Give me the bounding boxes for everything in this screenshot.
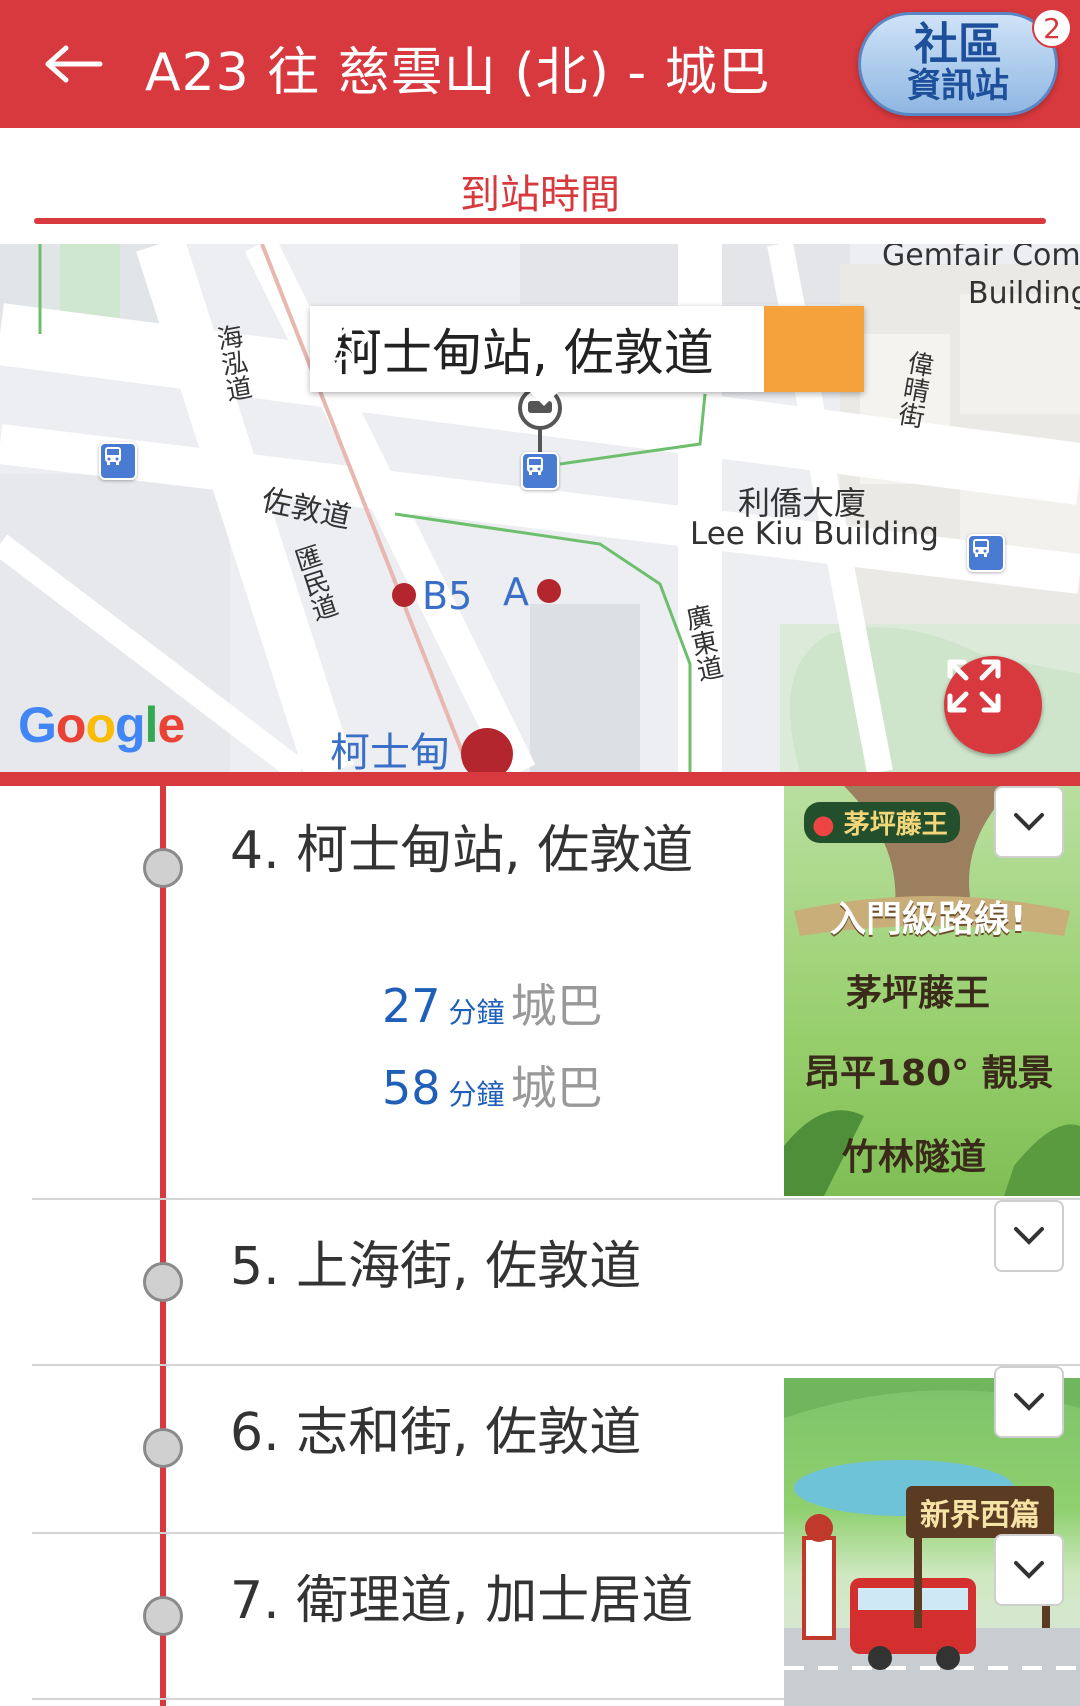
expand-icon [947,659,1001,713]
eta-unit: 分鐘 [448,996,505,1029]
eta-minutes: 58 [382,1061,441,1115]
app-root: A23 往 慈雲山 (北) - 城巴 社區 資訊站 2 到站時間 Gemfair… [0,0,1080,1706]
stop-marker [143,1428,183,1468]
expand-stop-button[interactable] [994,1366,1064,1438]
bus-stop-marker[interactable] [967,534,1005,572]
arrow-left-icon [45,45,103,83]
stop-name: 7. 衛理道, 加士居道 [230,1571,694,1631]
stop-name: 4. 柯士甸站, 佐敦道 [230,821,694,881]
ad-location-text: 茅坪藤王 [843,810,948,840]
eta-minutes: 27 [382,979,441,1033]
bus-icon [527,457,543,475]
map-label-exit-a: A [503,570,529,614]
directions-button[interactable] [320,306,864,392]
stop-marker [143,848,183,888]
stop-name: 5. 上海街, 佐敦道 [230,1237,642,1297]
stop-marker [143,1596,183,1636]
expand-stop-button[interactable] [994,1200,1064,1272]
map-label-austin-station: 柯士甸 [330,730,450,772]
eta-row: 27 分鐘 城巴 [382,970,603,1036]
ad-location-tag: ● 茅坪藤王 [804,802,960,843]
chevron-down-icon [1014,1561,1044,1579]
eta-row: 58 分鐘 城巴 [382,1052,603,1118]
bus-icon [973,539,989,557]
directions-icon [320,311,373,361]
stop-list[interactable]: 4. 柯士甸站, 佐敦道 27 分鐘 城巴 58 分鐘 城巴 5. 上海街, 佐敦道 6… [0,786,1080,1706]
back-button[interactable] [38,34,110,94]
ad-step-1: 茅坪藤王 [846,973,991,1014]
map-divider-bar [0,772,1080,786]
map-label-gemfair-1: Gemfair Comm [882,244,1080,273]
community-info-button[interactable]: 社區 資訊站 [858,12,1058,116]
info-window-pointer [530,392,558,406]
notification-badge: 2 [1032,8,1072,48]
tab-indicator [34,218,1046,224]
chevron-down-icon [1014,1227,1044,1245]
expand-stop-button[interactable] [994,786,1064,858]
route-title: A23 往 慈雲山 (北) - 城巴 [145,43,771,103]
chevron-down-icon [1014,813,1044,831]
chevron-down-icon [1014,1393,1044,1411]
expand-stop-button[interactable] [994,1534,1064,1606]
map-label-exit-b5: B5 [422,574,473,618]
map-label-gemfair-2: Building [968,276,1080,311]
ad-headline: 入門級路線! [830,899,1027,940]
ad-sign: 新界西篇 [906,1486,1054,1538]
app-header: A23 往 慈雲山 (北) - 城巴 社區 資訊站 2 [0,0,1080,128]
ad-step-2: 昂平180° 靚景 [804,1053,1054,1094]
tab-bar: 到站時間 [0,128,1080,244]
map-view[interactable]: Gemfair Comm Building 海泓道 佐敦道 偉晴街 利僑大廈 L… [0,244,1080,772]
bus-stop-marker[interactable] [99,442,137,480]
stop-marker [143,1262,183,1302]
google-logo: Google [18,697,185,753]
stop-info-window[interactable]: 柯士甸站, 佐敦道 [310,306,864,406]
location-pin-icon: ● [812,810,835,840]
stop-name: 6. 志和街, 佐敦道 [230,1403,642,1463]
bus-stop-marker[interactable] [521,452,559,490]
eta-unit: 分鐘 [448,1078,505,1111]
eta-company: 城巴 [510,979,603,1033]
eta-company: 城巴 [510,1061,603,1115]
fullscreen-map-button[interactable] [944,656,1042,754]
ad-step-3: 竹林隧道 [842,1137,987,1178]
tab-arrival-time[interactable]: 到站時間 [0,162,1080,220]
community-line2: 資訊站 [907,66,1009,106]
community-line1: 社區 [914,19,1002,70]
list-item[interactable]: 5. 上海街, 佐敦道 [0,1200,1080,1366]
map-label-lee-kiu-en: Lee Kiu Building [690,516,939,552]
bus-icon [105,447,121,465]
